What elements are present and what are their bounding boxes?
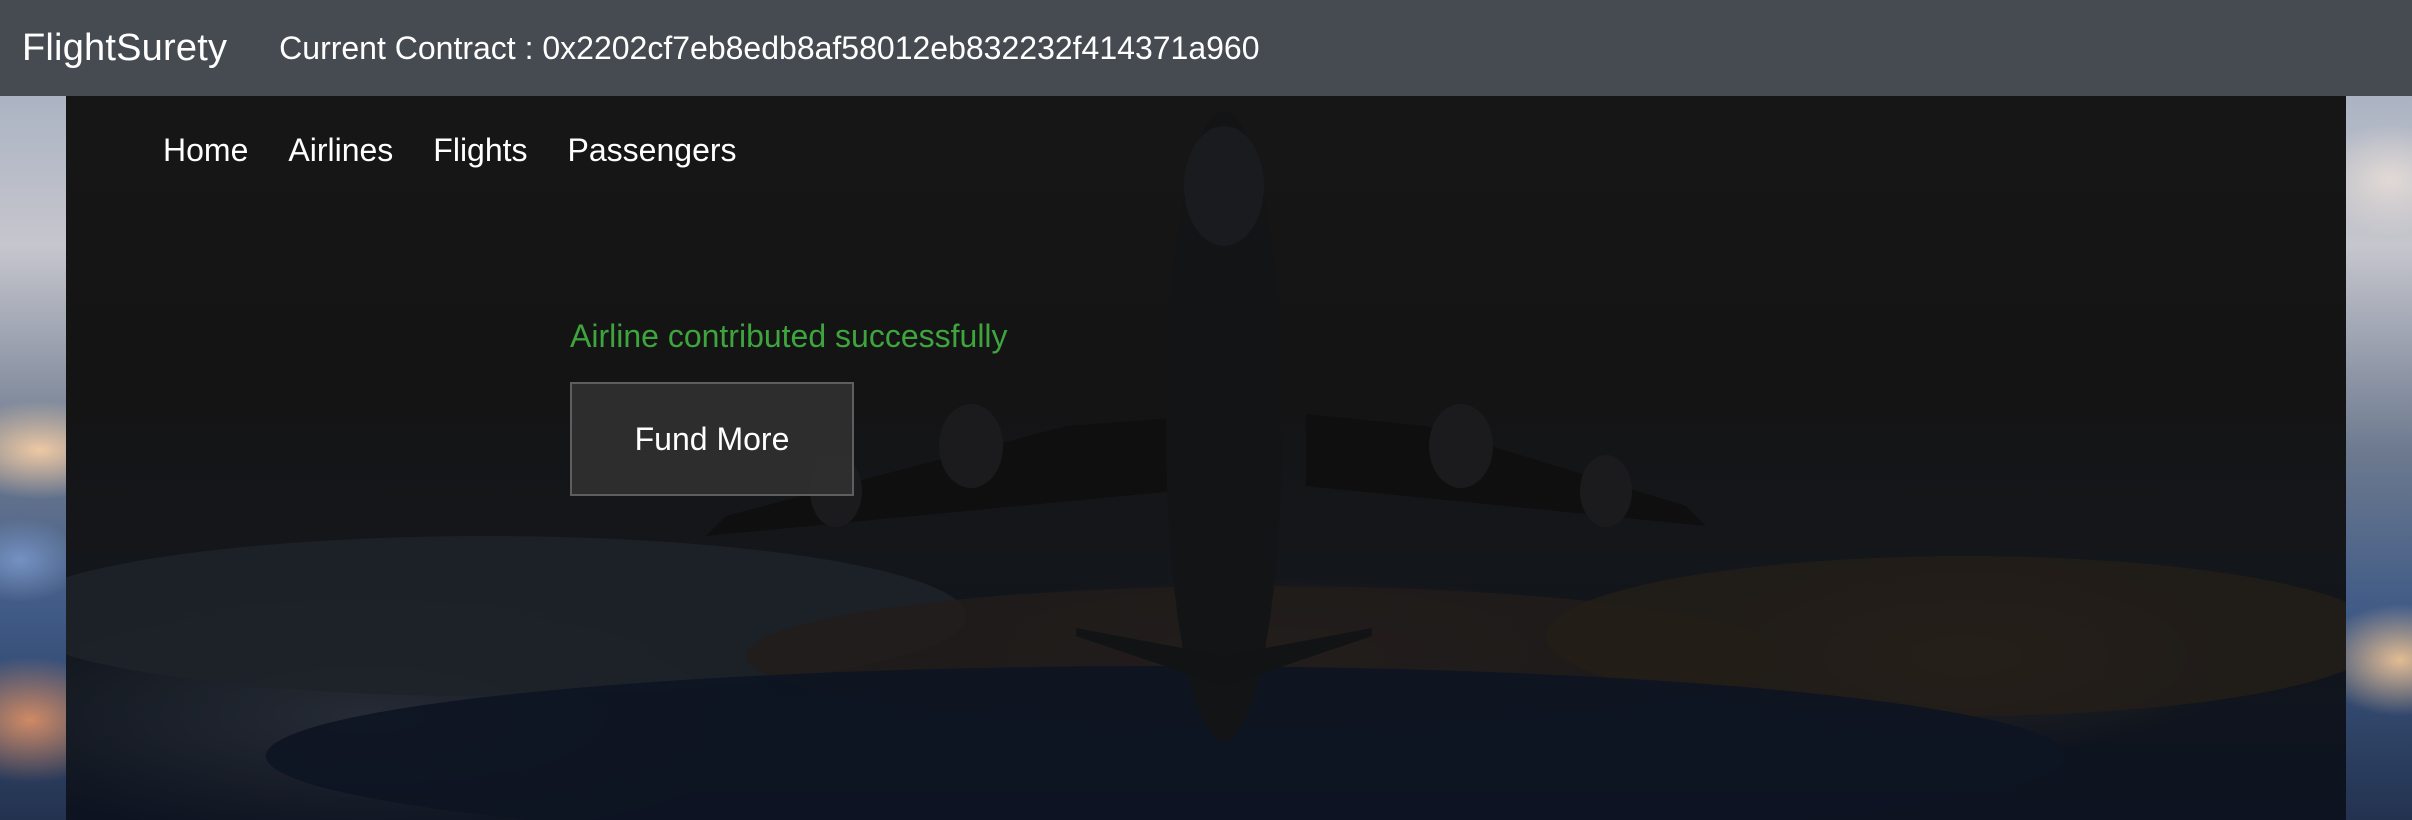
current-contract-label: Current Contract : 0x2202cf7eb8edb8af580… xyxy=(279,29,1260,66)
main-nav: Home Airlines Flights Passengers xyxy=(163,132,737,169)
fund-more-button[interactable]: Fund More xyxy=(570,382,854,496)
nav-airlines-link[interactable]: Airlines xyxy=(288,132,393,169)
status-message: Airline contributed successfully xyxy=(570,318,1008,354)
main-panel: Home Airlines Flights Passengers Airline… xyxy=(66,96,2346,820)
top-bar: FlightSurety Current Contract : 0x2202cf… xyxy=(0,0,2412,96)
nav-flights-link[interactable]: Flights xyxy=(433,132,527,169)
airplane-background-image xyxy=(66,111,2346,820)
brand-title[interactable]: FlightSurety xyxy=(22,27,227,70)
nav-passengers-link[interactable]: Passengers xyxy=(568,132,737,169)
nav-home-link[interactable]: Home xyxy=(163,132,248,169)
